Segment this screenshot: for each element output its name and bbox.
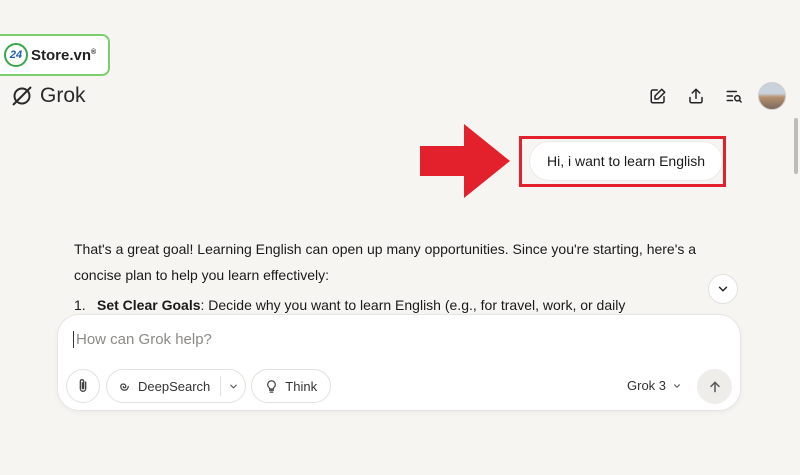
share-icon — [689, 88, 703, 104]
assistant-response: That's a great goal! Learning English ca… — [74, 236, 734, 318]
page-scrollbar[interactable] — [794, 118, 798, 174]
chevron-down-icon — [718, 286, 728, 292]
attach-button[interactable] — [66, 369, 100, 403]
edit-icon — [650, 88, 666, 104]
store-watermark-logo: 24 Store.vn® — [0, 34, 110, 76]
response-intro: That's a great goal! Learning English ca… — [74, 241, 697, 283]
model-label: Grok 3 — [627, 378, 667, 393]
chevron-down-icon — [673, 383, 681, 388]
deepsearch-button[interactable]: DeepSearch — [106, 369, 247, 403]
watermark-badge: 24 — [4, 43, 28, 67]
user-message-bubble: Hi, i want to learn English — [530, 142, 722, 180]
model-selector[interactable]: Grok 3 — [627, 378, 682, 393]
arrow-up-icon — [709, 381, 720, 392]
avatar[interactable] — [758, 82, 786, 110]
red-arrow-annotation — [420, 124, 510, 198]
think-label: Think — [285, 378, 318, 394]
lightbulb-icon — [267, 379, 277, 393]
chevron-down-icon — [229, 384, 237, 388]
paperclip-icon — [79, 379, 87, 392]
new-chat-button[interactable] — [644, 82, 672, 110]
prompt-input[interactable] — [73, 331, 673, 348]
history-icon — [726, 90, 742, 103]
grok-logo[interactable]: Grok — [10, 84, 86, 108]
history-button[interactable] — [720, 82, 748, 110]
deepsearch-dropdown[interactable] — [221, 381, 245, 392]
grok-logo-icon — [12, 86, 32, 106]
scroll-down-button[interactable] — [708, 274, 738, 304]
share-button[interactable] — [682, 82, 710, 110]
top-bar: Grok — [0, 80, 800, 116]
brand-name: Grok — [40, 84, 86, 107]
watermark-text: Store.vn® — [31, 46, 97, 64]
send-button[interactable] — [697, 369, 732, 404]
deepsearch-label: DeepSearch — [138, 378, 211, 394]
deepsearch-icon — [120, 382, 129, 391]
message-composer: DeepSearch Think Grok 3 — [57, 314, 741, 411]
think-button[interactable]: Think — [251, 369, 332, 403]
